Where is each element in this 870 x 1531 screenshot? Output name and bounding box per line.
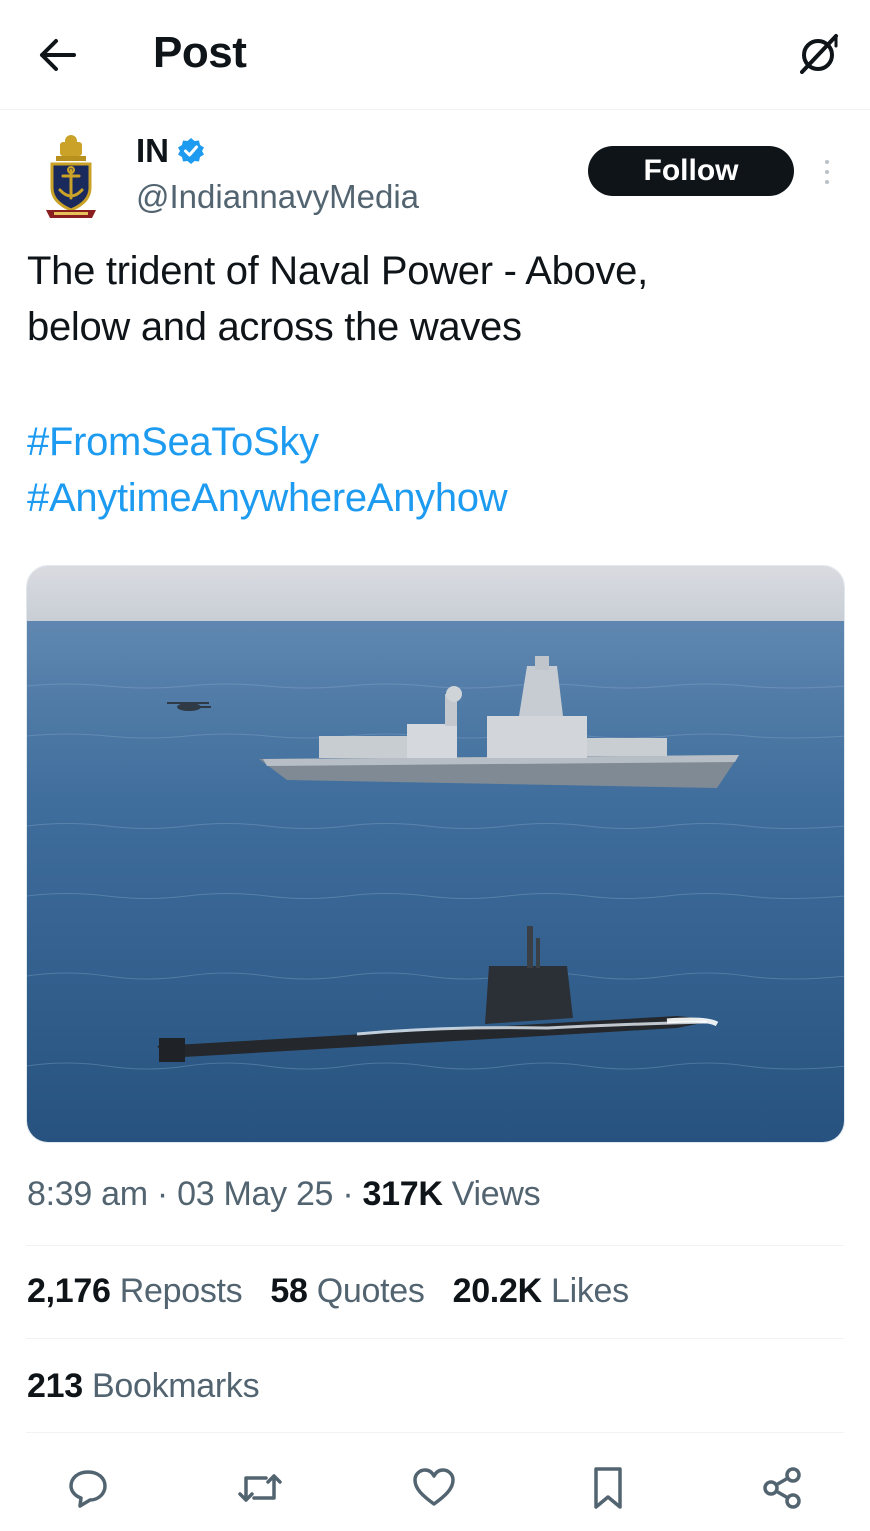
tweet-time: 8:39 am bbox=[27, 1175, 148, 1213]
more-options-button[interactable] bbox=[814, 150, 840, 194]
ship-and-submarine-photo bbox=[27, 566, 844, 1142]
author-handle[interactable]: @IndiannavyMedia bbox=[136, 178, 419, 216]
reposts-count: 2,176 bbox=[27, 1272, 111, 1310]
follow-button[interactable]: Follow bbox=[588, 146, 794, 196]
arrow-left-icon bbox=[40, 39, 76, 71]
repost-button[interactable] bbox=[234, 1462, 286, 1514]
views-count: 317K bbox=[362, 1175, 443, 1213]
divider bbox=[26, 1245, 844, 1246]
tweet-text: The trident of Naval Power - Above, belo… bbox=[27, 243, 827, 355]
verified-badge-icon bbox=[178, 138, 204, 164]
hashtag-link[interactable]: #AnytimeAnywhereAnyhow bbox=[27, 470, 508, 526]
bookmarks-stat[interactable]: 213 Bookmarks bbox=[27, 1367, 260, 1406]
quotes-stat[interactable]: 58 Quotes bbox=[270, 1272, 425, 1311]
tweet-media[interactable] bbox=[26, 565, 845, 1143]
author-name-row[interactable]: IN bbox=[136, 132, 205, 170]
bookmark-icon bbox=[594, 1467, 622, 1509]
back-button[interactable] bbox=[30, 30, 86, 80]
hashtag-link[interactable]: #FromSeaToSky bbox=[27, 414, 507, 470]
action-bar bbox=[0, 1452, 870, 1522]
views-label: Views bbox=[451, 1175, 541, 1213]
reply-icon bbox=[69, 1470, 107, 1508]
like-button[interactable] bbox=[408, 1462, 460, 1514]
quotes-count: 58 bbox=[270, 1272, 308, 1310]
more-dot-icon bbox=[825, 170, 829, 174]
more-dot-icon bbox=[825, 180, 829, 184]
bookmarks-count: 213 bbox=[27, 1367, 83, 1405]
like-icon bbox=[413, 1468, 455, 1506]
reposts-stat[interactable]: 2,176 Reposts bbox=[27, 1272, 243, 1311]
bookmarks-label: Bookmarks bbox=[91, 1367, 260, 1405]
divider bbox=[26, 1338, 844, 1339]
tweet-meta: 8:39 am · 03 May 25 · 317K Views bbox=[27, 1175, 541, 1214]
grok-button[interactable] bbox=[790, 28, 846, 80]
repost-icon bbox=[238, 1474, 282, 1502]
likes-label: Likes bbox=[550, 1272, 629, 1310]
reply-button[interactable] bbox=[62, 1462, 114, 1514]
bookmark-button[interactable] bbox=[582, 1462, 634, 1514]
likes-stat[interactable]: 20.2K Likes bbox=[452, 1272, 630, 1311]
hashtags: #FromSeaToSky #AnytimeAnywhereAnyhow bbox=[27, 414, 508, 526]
share-icon bbox=[763, 1467, 801, 1509]
top-bar: Post bbox=[0, 0, 870, 110]
quotes-label: Quotes bbox=[316, 1272, 425, 1310]
separator: · bbox=[342, 1175, 354, 1213]
display-name[interactable]: IN bbox=[136, 132, 169, 170]
grok-icon bbox=[800, 34, 838, 74]
likes-count: 20.2K bbox=[452, 1272, 543, 1310]
reposts-label: Reposts bbox=[119, 1272, 243, 1310]
divider bbox=[26, 1432, 844, 1433]
avatar[interactable] bbox=[30, 132, 112, 224]
page-title: Post bbox=[153, 28, 247, 77]
tweet-text-line: The trident of Naval Power - Above, bbox=[27, 249, 648, 293]
indian-navy-crest-icon bbox=[46, 135, 96, 218]
share-button[interactable] bbox=[756, 1462, 808, 1514]
tweet-date: 03 May 25 bbox=[177, 1175, 334, 1213]
separator: · bbox=[156, 1175, 168, 1213]
engagement-stats: 2,176 Reposts 58 Quotes 20.2K Likes bbox=[27, 1272, 629, 1311]
more-dot-icon bbox=[825, 160, 829, 164]
tweet-text-line: below and across the waves bbox=[27, 305, 522, 349]
